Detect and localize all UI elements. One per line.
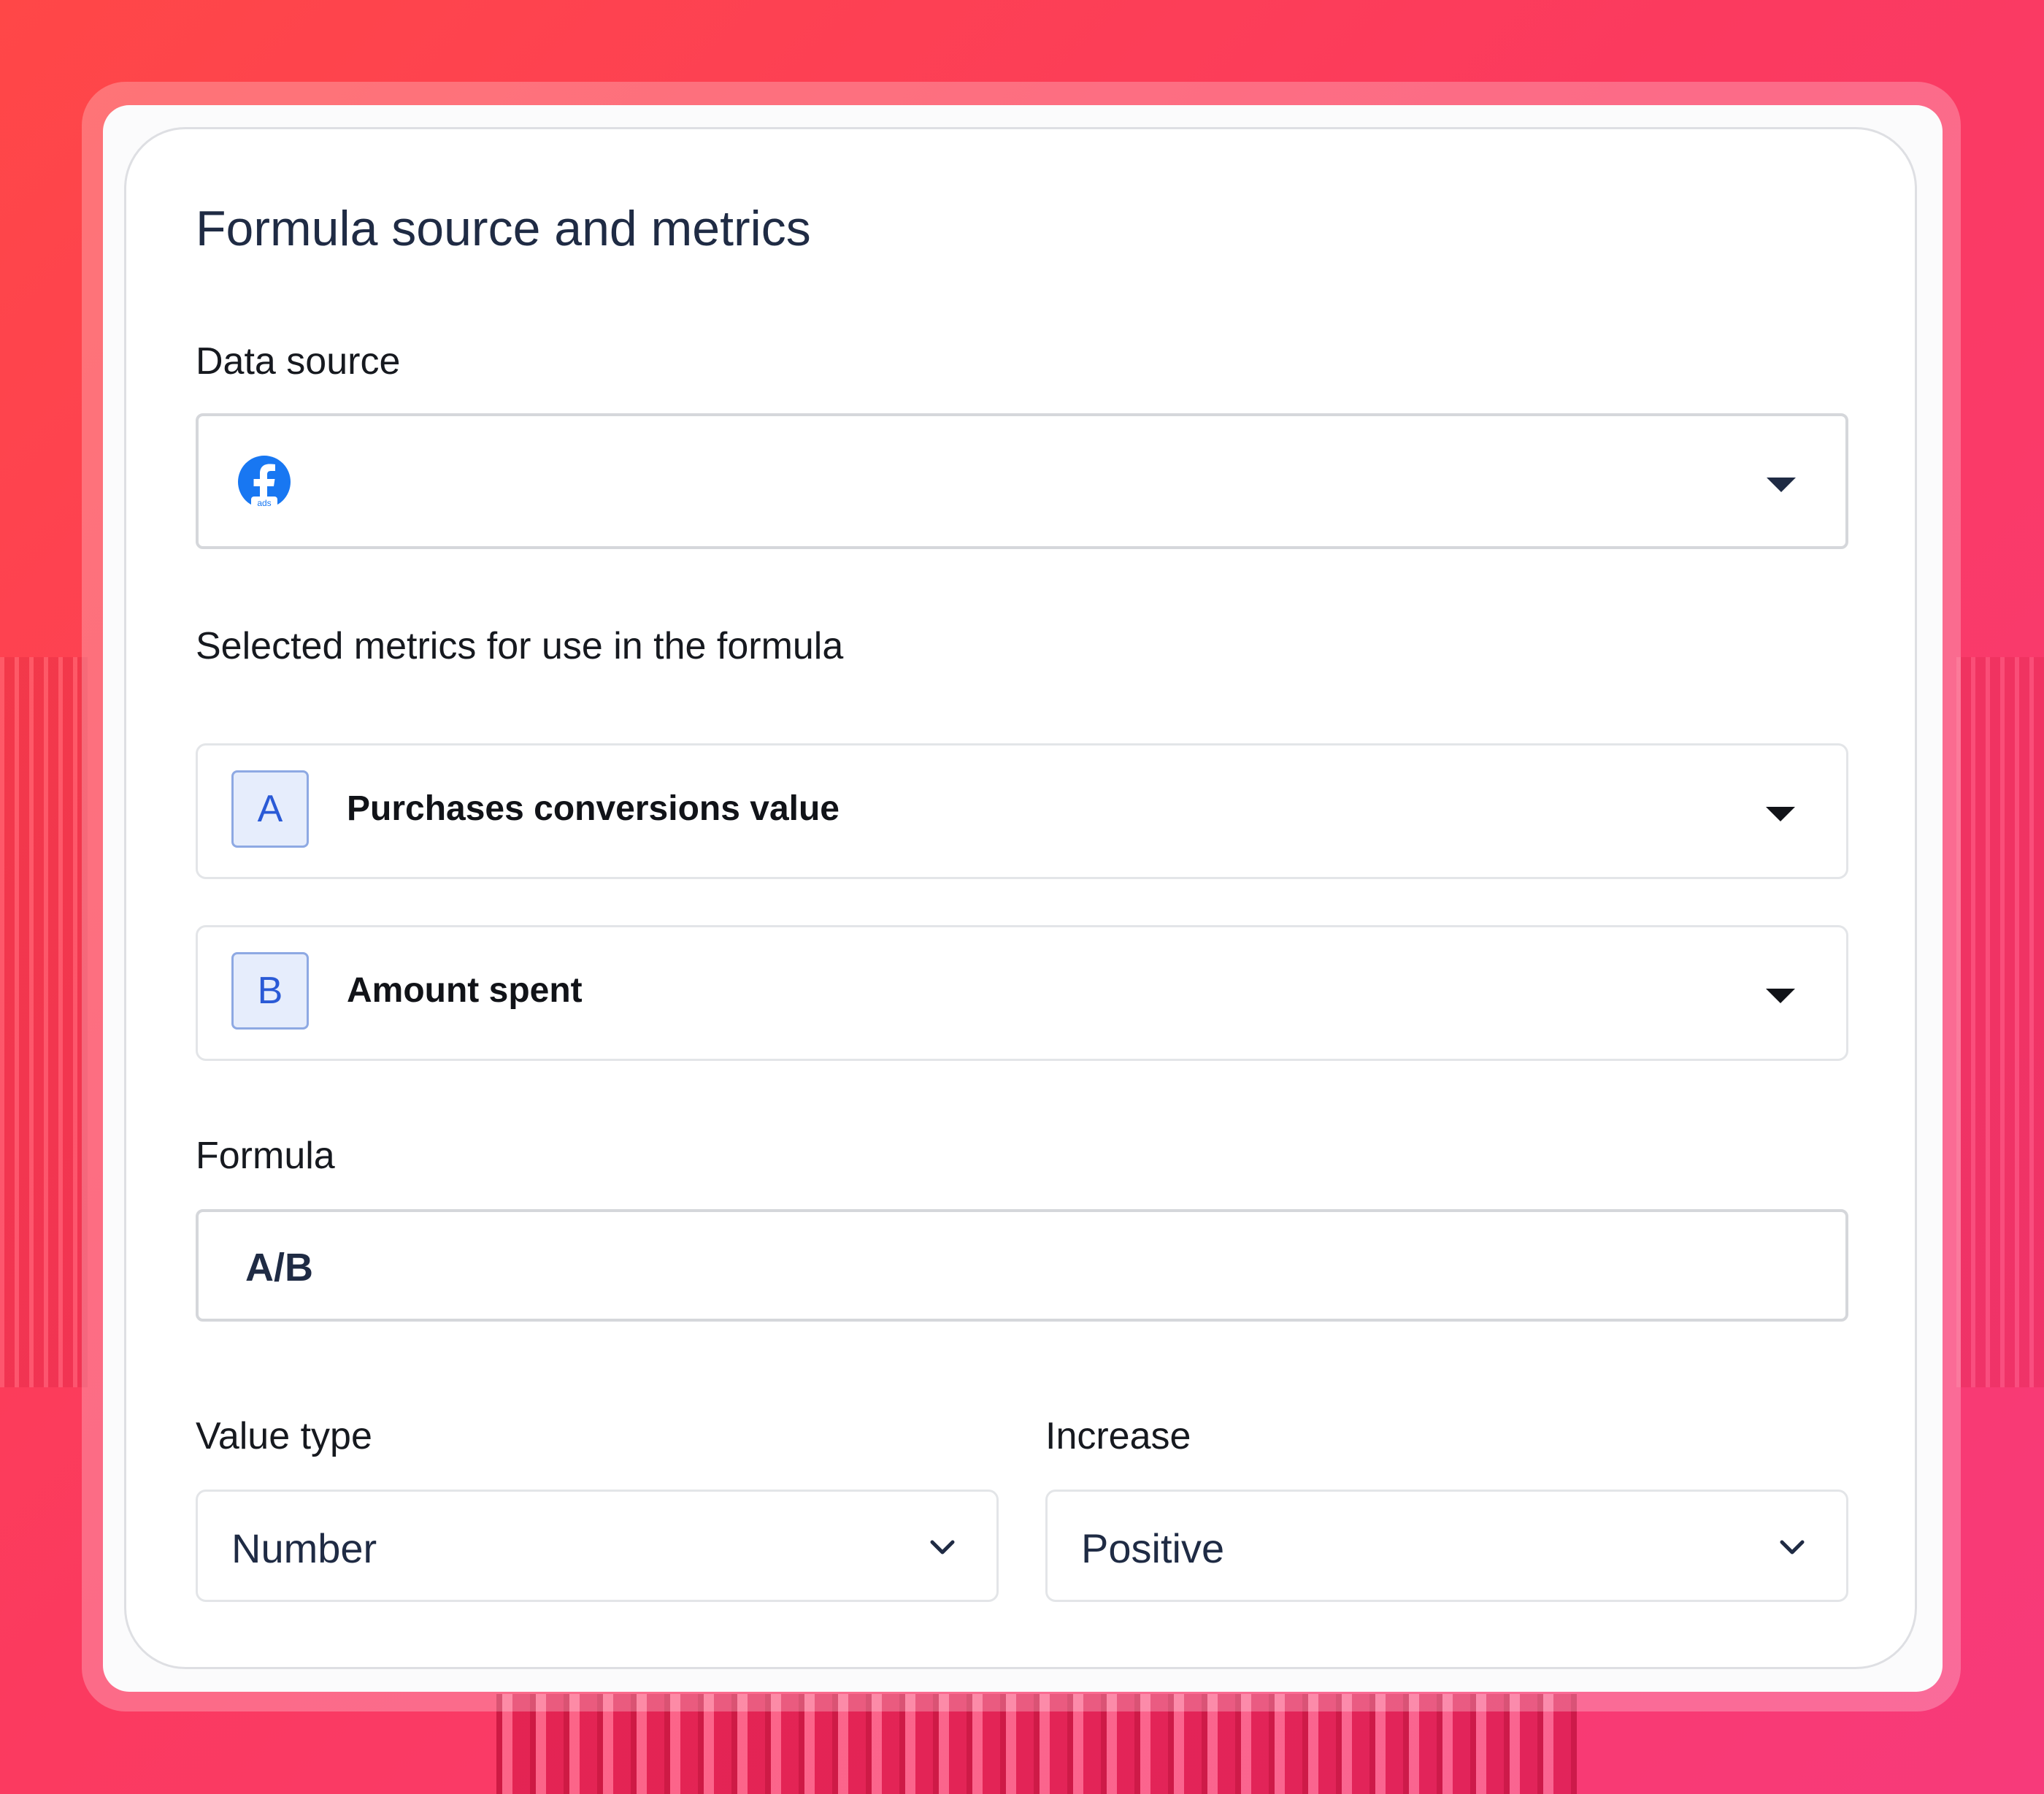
metric-name: Purchases conversions value [347, 789, 840, 828]
metric-badge: B [231, 952, 309, 1030]
chevron-down-icon[interactable] [1778, 1533, 1807, 1562]
background-stripes-right [1956, 657, 2044, 1387]
increase-select[interactable]: Positive [1045, 1490, 1848, 1602]
facebook-ads-icon: ads [237, 454, 292, 510]
value-type-label: Value type [196, 1415, 372, 1457]
caret-down-icon[interactable] [1767, 478, 1796, 492]
metric-select-a[interactable]: A Purchases conversions value [196, 743, 1848, 879]
formula-value: A/B [245, 1246, 313, 1289]
data-source-label: Data source [196, 340, 401, 383]
value-type-select[interactable]: Number [196, 1490, 999, 1602]
value-type-selected: Number [231, 1525, 377, 1571]
metric-badge: A [231, 770, 309, 848]
card-title: Formula source and metrics [196, 201, 811, 256]
metric-name: Amount spent [347, 971, 583, 1010]
metric-select-b[interactable]: B Amount spent [196, 925, 1848, 1061]
chevron-down-icon[interactable] [928, 1533, 957, 1562]
caret-down-icon[interactable] [1766, 807, 1795, 821]
formula-label: Formula [196, 1135, 335, 1177]
metrics-label: Selected metrics for use in the formula [196, 625, 844, 667]
formula-input[interactable]: A/B [196, 1209, 1848, 1322]
increase-label: Increase [1045, 1415, 1191, 1457]
increase-selected: Positive [1081, 1525, 1225, 1571]
background-stripes-left [0, 657, 88, 1387]
svg-text:ads: ads [257, 498, 271, 508]
data-source-select[interactable]: ads [196, 413, 1848, 549]
caret-down-icon[interactable] [1766, 989, 1795, 1003]
